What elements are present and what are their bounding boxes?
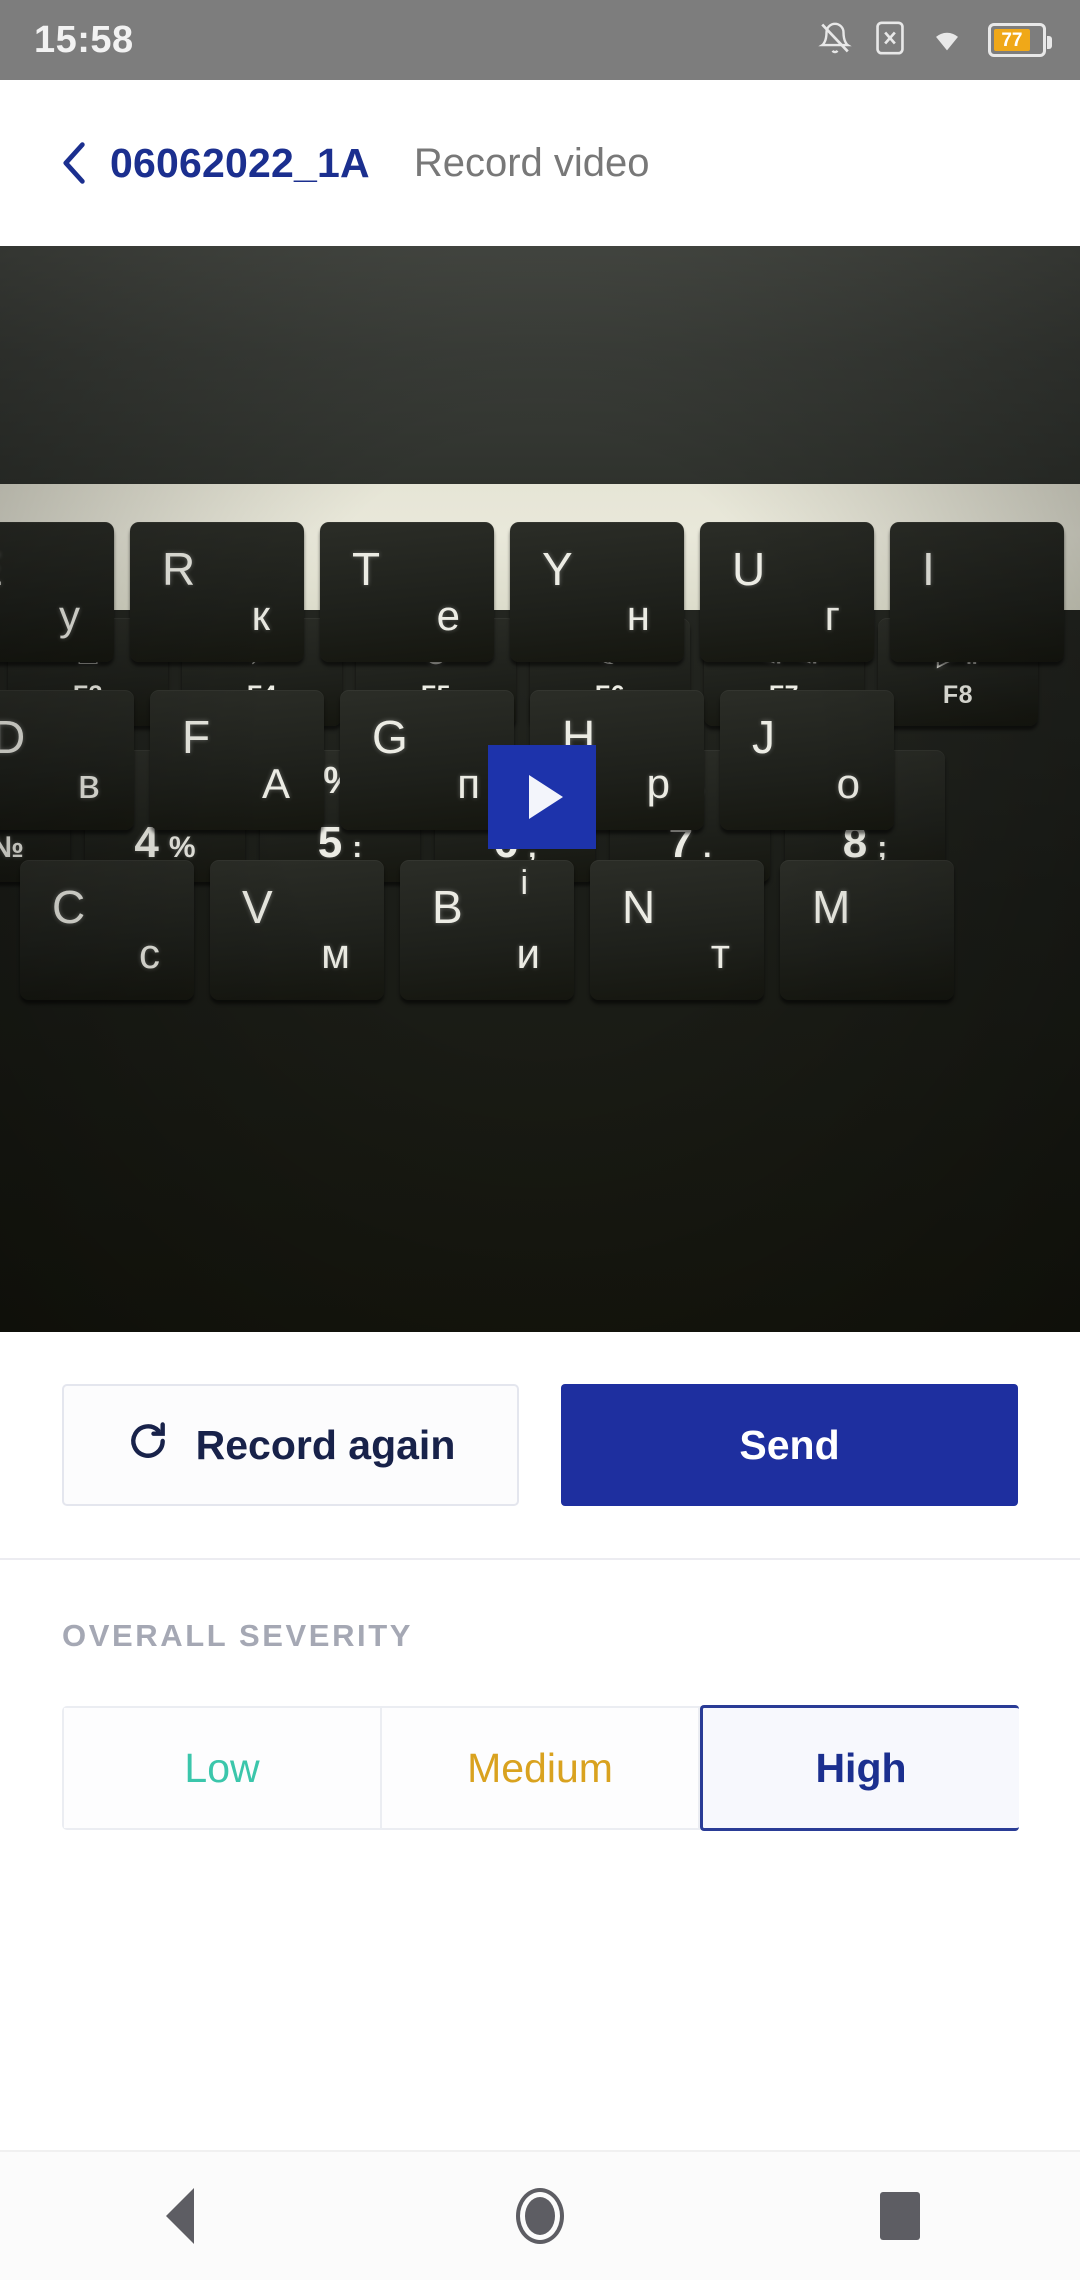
key-latin: M [812, 881, 851, 933]
severity-option-low[interactable]: Low [64, 1708, 382, 1828]
key-latin: J [752, 711, 775, 763]
key-cyrillic: А [261, 760, 290, 807]
key-d: D в [0, 690, 134, 830]
key-cyrillic: в [77, 760, 100, 807]
reload-icon [126, 1419, 170, 1473]
video-preview[interactable]: ⌸ F3 ⌕ F4 ƨ F5 ☾ F6 ⧏⧏ F7 ▷‖ F8 [0, 246, 1080, 1332]
severity-segmented-control: Low Medium High [62, 1705, 1019, 1831]
key-j: J о [720, 690, 894, 830]
key-cyrillic: н [626, 592, 650, 639]
wifi-icon [928, 22, 966, 59]
key-latin: E [0, 542, 3, 596]
key-n: N т [590, 860, 764, 1000]
circle-home-icon [516, 2188, 564, 2244]
key-cyrillic: е [436, 592, 460, 639]
key-r: R к [130, 522, 304, 662]
key-cyrillic: о [836, 760, 860, 807]
status-clock: 15:58 [34, 18, 134, 61]
record-again-button[interactable]: Record again [62, 1384, 519, 1506]
key-cyrillic: к [251, 592, 270, 639]
key-u: U г [700, 522, 874, 662]
sim-card-x-icon [874, 20, 906, 61]
key-latin: C [52, 881, 86, 933]
severity-section: OVERALL SEVERITY Low Medium High [0, 1560, 1080, 1831]
battery-level-fill: 77 [994, 29, 1030, 51]
key-latin: B [432, 881, 463, 933]
key-m: M [780, 860, 954, 1000]
key-cyrillic: с [139, 930, 160, 977]
laptop-lid-region [0, 246, 1080, 484]
key-cyrillic: у [59, 592, 80, 639]
key-c: C с [20, 860, 194, 1000]
key-latin: G [372, 711, 408, 763]
key-latin: N [622, 881, 656, 933]
key-e: E у [0, 522, 114, 662]
nav-home-button[interactable] [450, 2151, 630, 2280]
severity-section-label: OVERALL SEVERITY [62, 1618, 414, 1653]
key-i: I [890, 522, 1064, 662]
bell-muted-icon [818, 20, 852, 61]
square-recents-icon [880, 2192, 920, 2240]
key-latin: T [352, 543, 381, 595]
key-cyrillic: п [457, 760, 480, 807]
key-latin: R [162, 543, 196, 595]
key-cyrillic: м [321, 930, 350, 977]
page-title: Record video [413, 140, 650, 185]
key-latin: D [0, 711, 26, 763]
back-button[interactable] [62, 141, 88, 185]
battery-icon: 77 [988, 23, 1052, 57]
key-extra-glyph: і [520, 864, 528, 902]
play-triangle-icon [529, 775, 563, 819]
key-f: F А [150, 690, 324, 830]
send-button[interactable]: Send [561, 1384, 1018, 1506]
nav-back-button[interactable] [90, 2151, 270, 2280]
send-label: Send [739, 1421, 840, 1468]
key-cyrillic: и [516, 930, 540, 977]
key-y: Y н [510, 522, 684, 662]
key-cyrillic: р [646, 760, 670, 807]
severity-option-high[interactable]: High [700, 1705, 1019, 1831]
record-id-label[interactable]: 06062022_1A [110, 140, 370, 187]
key-cyrillic: г [824, 592, 840, 639]
android-nav-bar [0, 2150, 1080, 2280]
keyboard-letter-row-3: C с V м B і и N т M [20, 860, 1080, 1000]
key-latin: F [182, 711, 211, 763]
triangle-back-icon [166, 2188, 194, 2244]
play-button[interactable] [488, 745, 596, 849]
key-latin: U [732, 543, 766, 595]
severity-option-medium[interactable]: Medium [382, 1708, 700, 1828]
status-bar: 15:58 77 [0, 0, 1080, 80]
action-button-bar: Record again Send [0, 1332, 1080, 1558]
key-latin: Y [542, 543, 573, 595]
keyboard-letter-row-1: E у R к T е Y н U г I [0, 522, 1064, 662]
record-again-label: Record again [195, 1421, 456, 1468]
battery-percent-label: 77 [1001, 29, 1023, 51]
key-cyrillic: т [710, 930, 730, 977]
app-header: 06062022_1A Record video [0, 80, 1080, 246]
key-t: T е [320, 522, 494, 662]
status-icon-tray: 77 [818, 20, 1052, 61]
key-b: B і и [400, 860, 574, 1000]
key-v: V м [210, 860, 384, 1000]
nav-recents-button[interactable] [810, 2151, 990, 2280]
key-latin: I [922, 543, 935, 595]
key-latin: V [242, 881, 273, 933]
phone-screen: 15:58 77 06062022_1A Record video F8 № 4… [0, 0, 1080, 2280]
